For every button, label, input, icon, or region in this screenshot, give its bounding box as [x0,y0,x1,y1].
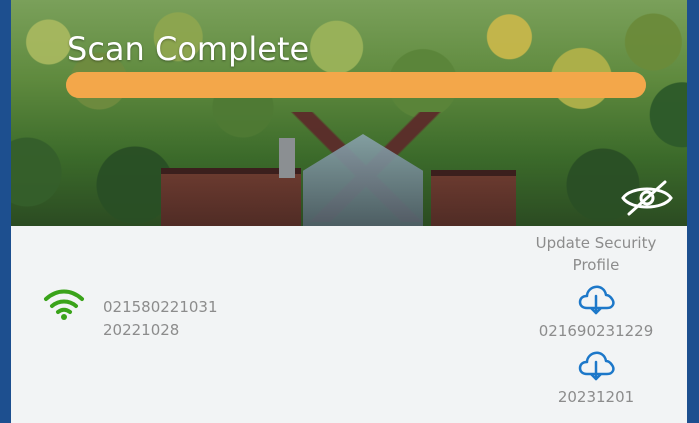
scan-card: Scan Complete 021580221031 20221028 Upda… [11,0,687,423]
hero-image: Scan Complete [11,0,687,226]
security-profile-value-1: 021690231229 [538,322,654,340]
device-details: 021580221031 20221028 [103,296,218,342]
device-id: 021580221031 [103,298,218,316]
scan-progress-bar [66,72,646,98]
device-info-panel: 021580221031 20221028 Update Security Pr… [11,226,687,423]
visibility-toggle-button[interactable] [617,176,677,220]
security-profile-value-2: 20231201 [557,388,635,406]
scan-status-title: Scan Complete [67,30,310,68]
update-security-label-line1: Update Security [535,234,657,252]
wifi-icon [42,289,86,321]
cloud-download-icon[interactable] [575,282,617,316]
update-security-label-line2: Profile [572,256,620,274]
device-date: 20221028 [103,321,180,339]
app-frame: Scan Complete 021580221031 20221028 Upda… [0,0,699,423]
cloud-download-icon[interactable] [575,348,617,382]
security-profile-panel: Update Security Profile 021690231229 202… [516,232,676,408]
scan-progress-fill [66,72,646,98]
eye-slash-icon [621,180,673,216]
